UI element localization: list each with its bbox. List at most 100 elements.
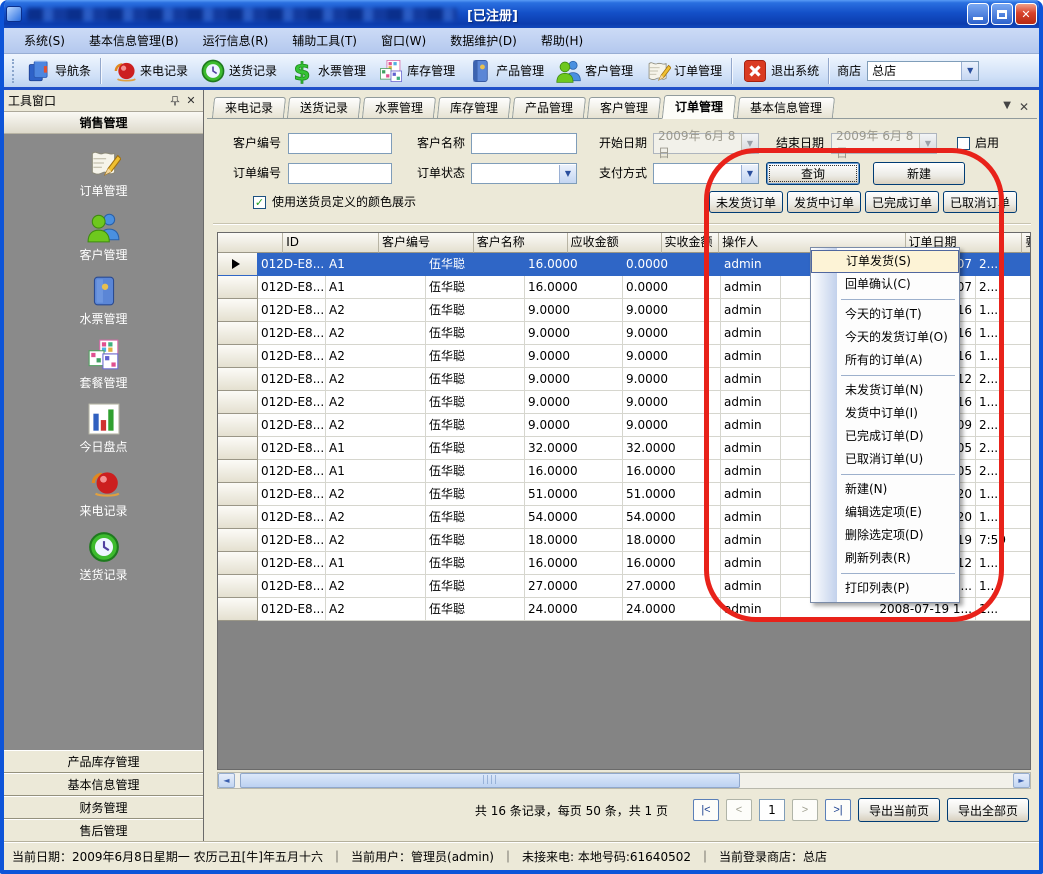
- color-display-checkbox[interactable]: ✓: [253, 196, 266, 209]
- minimize-button[interactable]: [967, 3, 989, 25]
- row-selector-cell[interactable]: [218, 253, 258, 276]
- tab[interactable]: 订单管理: [662, 95, 737, 119]
- start-date-picker[interactable]: 2009年 6月 8日 ▼: [653, 133, 759, 154]
- menubar-item[interactable]: 系统(S): [12, 28, 77, 53]
- sidebar-item[interactable]: 送货记录: [4, 530, 203, 583]
- customer-name-input[interactable]: [471, 133, 577, 154]
- row-selector-cell[interactable]: [218, 414, 258, 437]
- toolbar-button[interactable]: 来电记录: [105, 56, 194, 86]
- export-current-page-button[interactable]: 导出当前页: [858, 798, 940, 822]
- row-selector-cell[interactable]: [218, 322, 258, 345]
- end-date-picker[interactable]: 2009年 6月 8日 ▼: [831, 133, 937, 154]
- toolbar-button[interactable]: 库存管理: [372, 56, 461, 86]
- tab[interactable]: 水票管理: [362, 97, 436, 118]
- grid-header-cell[interactable]: 客户名称: [474, 233, 568, 253]
- toolbar-grip[interactable]: [12, 59, 16, 83]
- grid-header-cell[interactable]: 应收金额: [568, 233, 662, 253]
- sidebar-item[interactable]: 客户管理: [4, 210, 203, 263]
- row-selector-cell[interactable]: [218, 483, 258, 506]
- row-selector-cell[interactable]: [218, 437, 258, 460]
- grid-header-cell[interactable]: ID: [283, 233, 379, 253]
- toolbar-button[interactable]: 导航条: [20, 56, 97, 86]
- enable-checkbox[interactable]: [957, 137, 970, 150]
- close-icon[interactable]: ✕: [1019, 100, 1029, 114]
- order-no-input[interactable]: [288, 163, 392, 184]
- arrow-right-icon[interactable]: ►: [1013, 773, 1030, 788]
- row-selector-cell[interactable]: [218, 391, 258, 414]
- next-page-button[interactable]: >: [792, 799, 818, 821]
- context-menu-item[interactable]: 删除选定项(D): [811, 524, 959, 547]
- arrow-left-icon[interactable]: ◄: [218, 773, 235, 788]
- order-status-select[interactable]: ▼: [471, 163, 577, 184]
- pin-icon[interactable]: [167, 93, 183, 109]
- tab[interactable]: 送货记录: [287, 97, 361, 118]
- sidebar-item[interactable]: 今日盘点: [4, 402, 203, 455]
- menubar-item[interactable]: 基本信息管理(B): [77, 28, 191, 53]
- menubar-item[interactable]: 运行信息(R): [191, 28, 281, 53]
- toolbar-button[interactable]: [100, 58, 102, 84]
- context-menu-item[interactable]: 打印列表(P): [811, 577, 959, 600]
- sidebar-section-bar[interactable]: 基本信息管理: [4, 773, 203, 796]
- context-menu-item[interactable]: 所有的订单(A): [811, 349, 959, 372]
- grid-header-cell[interactable]: 要求到货日期: [1022, 233, 1031, 253]
- sidebar-section-bar[interactable]: 财务管理: [4, 796, 203, 819]
- context-menu-item[interactable]: 订单发货(S): [811, 250, 959, 273]
- shop-combobox[interactable]: 总店 ▼: [867, 61, 979, 81]
- pay-method-select[interactable]: ▼: [653, 163, 759, 184]
- sidebar-item[interactable]: 水票管理: [4, 274, 203, 327]
- row-selector-cell[interactable]: [218, 345, 258, 368]
- context-menu-item[interactable]: 未发货订单(N): [811, 379, 959, 402]
- tab[interactable]: 基本信息管理: [737, 97, 835, 118]
- toolbar-button[interactable]: [731, 58, 733, 84]
- page-number-input[interactable]: [759, 799, 785, 821]
- row-selector-cell[interactable]: [218, 299, 258, 322]
- first-page-button[interactable]: |<: [693, 799, 719, 821]
- maximize-button[interactable]: [991, 3, 1013, 25]
- toolbar-button[interactable]: [828, 58, 830, 84]
- row-selector-cell[interactable]: [218, 506, 258, 529]
- tab[interactable]: 库存管理: [437, 97, 511, 118]
- grid-header-cell[interactable]: 实收金额: [662, 233, 720, 253]
- row-selector-cell[interactable]: [218, 276, 258, 299]
- menubar-item[interactable]: 辅助工具(T): [280, 28, 369, 53]
- context-menu-item[interactable]: 已取消订单(U): [811, 448, 959, 471]
- sidebar-section-bar[interactable]: 售后管理: [4, 819, 203, 842]
- export-all-pages-button[interactable]: 导出全部页: [947, 798, 1029, 822]
- horizontal-scrollbar[interactable]: ◄ ►: [217, 772, 1031, 789]
- sidebar-section-sales[interactable]: 销售管理: [4, 112, 203, 134]
- sidebar-item[interactable]: 套餐管理: [4, 338, 203, 391]
- toolbar-button[interactable]: 送货记录: [194, 56, 283, 86]
- context-menu-item[interactable]: [811, 296, 959, 303]
- prev-page-button[interactable]: <: [726, 799, 752, 821]
- row-selector-cell[interactable]: [218, 460, 258, 483]
- sidebar-item[interactable]: 订单管理: [4, 146, 203, 199]
- toolbar-button[interactable]: $ 水票管理: [283, 56, 372, 86]
- scrollbar-thumb[interactable]: [240, 773, 740, 788]
- sidebar-item[interactable]: 来电记录: [4, 466, 203, 519]
- tab[interactable]: 产品管理: [512, 97, 586, 118]
- toolbar-button[interactable]: 退出系统: [736, 56, 825, 86]
- status-filter-button[interactable]: 未发货订单: [709, 191, 783, 213]
- row-selector-cell[interactable]: [218, 552, 258, 575]
- status-filter-button[interactable]: 已取消订单: [943, 191, 1017, 213]
- new-button[interactable]: 新建: [873, 162, 965, 185]
- close-icon[interactable]: ✕: [183, 93, 199, 109]
- context-menu-item[interactable]: [811, 570, 959, 577]
- toolbar-button[interactable]: 产品管理: [461, 56, 550, 86]
- sidebar-section-bar[interactable]: 产品库存管理: [4, 750, 203, 773]
- context-menu-item[interactable]: 今天的发货订单(O): [811, 326, 959, 349]
- context-menu-item[interactable]: [811, 471, 959, 478]
- last-page-button[interactable]: >|: [825, 799, 851, 821]
- grid-header-cell[interactable]: [218, 233, 283, 253]
- context-menu-item[interactable]: 新建(N): [811, 478, 959, 501]
- context-menu-item[interactable]: 已完成订单(D): [811, 425, 959, 448]
- customer-no-input[interactable]: [288, 133, 392, 154]
- status-filter-button[interactable]: 已完成订单: [865, 191, 939, 213]
- row-selector-cell[interactable]: [218, 598, 258, 621]
- row-selector-cell[interactable]: [218, 529, 258, 552]
- close-button[interactable]: ✕: [1015, 3, 1037, 25]
- context-menu-item[interactable]: 今天的订单(T): [811, 303, 959, 326]
- grid-header-cell[interactable]: 客户编号: [379, 233, 474, 253]
- context-menu-item[interactable]: [811, 372, 959, 379]
- toolbar-button[interactable]: 订单管理: [639, 56, 728, 86]
